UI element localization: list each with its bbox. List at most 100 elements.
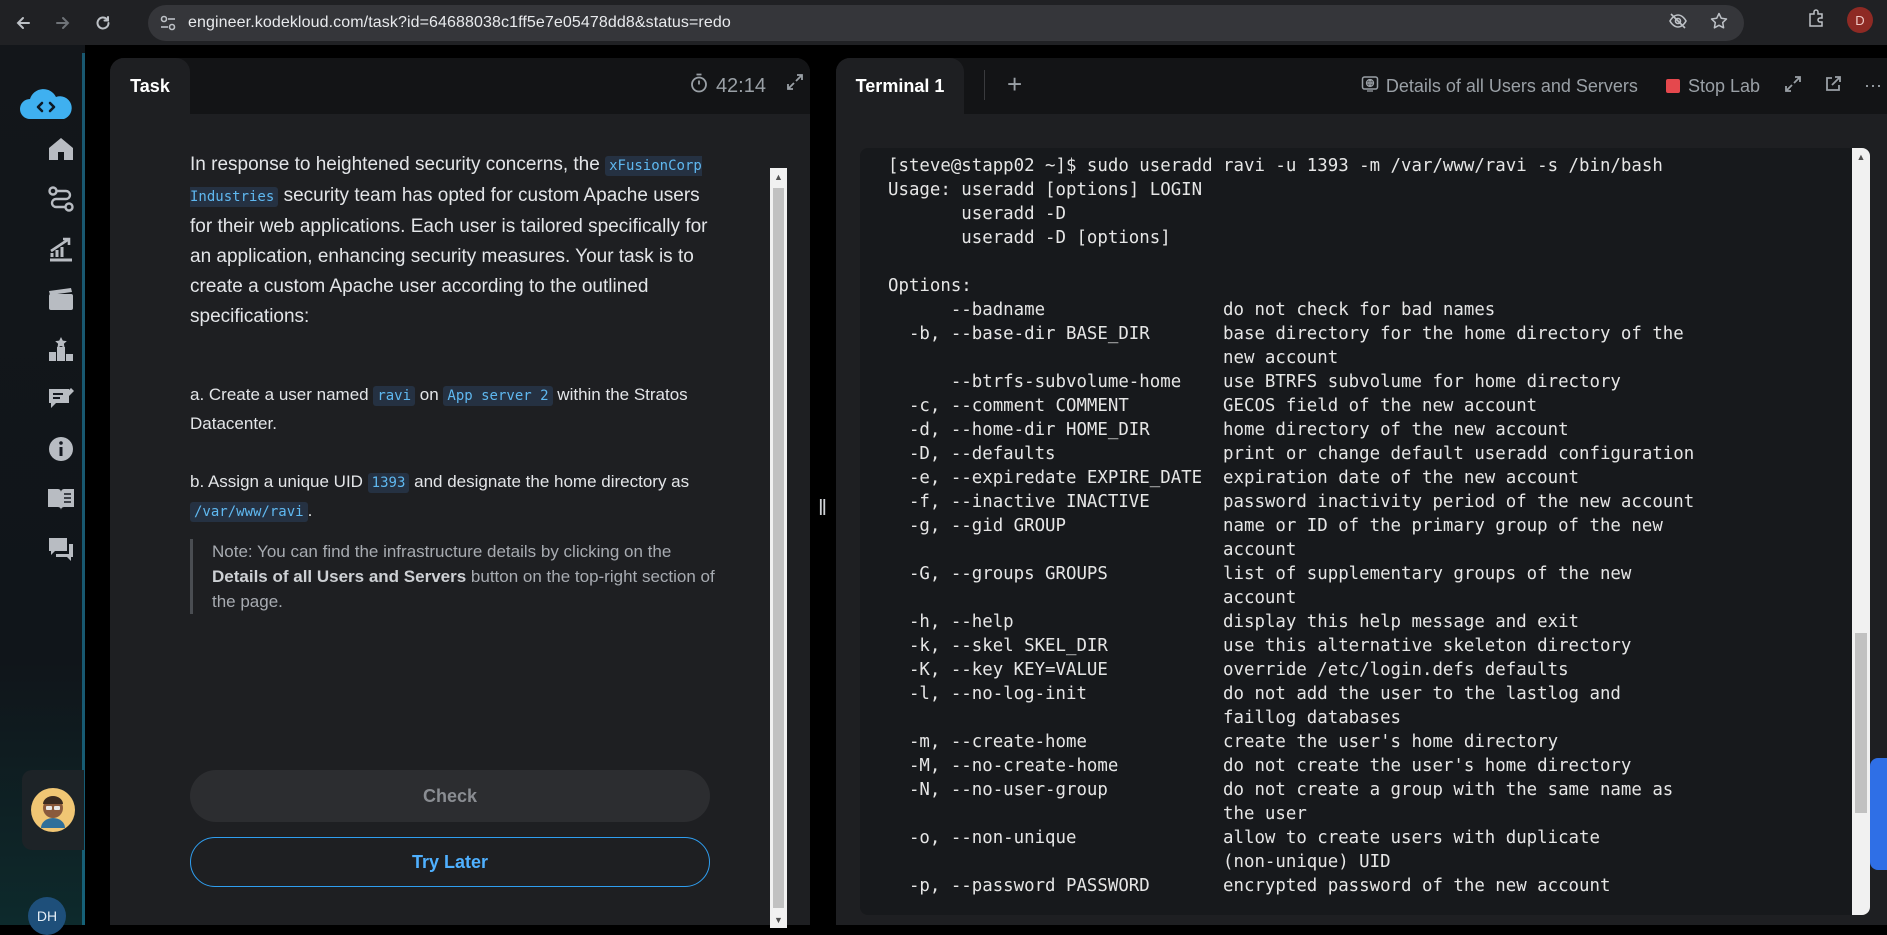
task-step-b: b. Assign a unique UID 1393 and designat… <box>190 472 690 522</box>
terminal-header: Terminal 1 + Details of all Users and Se… <box>836 58 1887 114</box>
side-drawer-tab[interactable] <box>1870 758 1887 870</box>
terminal-line: -m, --create-home create the user's home… <box>888 732 1559 752</box>
open-new-window-icon[interactable] <box>1824 75 1842 98</box>
extensions-icon[interactable] <box>1807 8 1825 32</box>
terminal-actions: Details of all Users and Servers Stop La… <box>1361 58 1887 114</box>
app-area: DH Task 42:14 In response to heightened … <box>0 45 1887 935</box>
home-icon[interactable] <box>44 132 78 166</box>
details-users-servers-button[interactable]: Details of all Users and Servers <box>1361 75 1638 98</box>
address-bar[interactable]: engineer.kodekloud.com/task?id=64688038c… <box>148 5 1744 41</box>
terminal-line: --btrfs-subvolume-home use BTRFS subvolu… <box>888 372 1621 392</box>
server-code: App server 2 <box>443 386 553 406</box>
info-icon[interactable] <box>44 432 78 466</box>
terminal-line: new account <box>888 348 1339 368</box>
terminal-line: -b, --base-dir BASE_DIR base directory f… <box>888 324 1684 344</box>
terminal-line: useradd -D [options] <box>888 228 1171 248</box>
task-intro: In response to heightened security conce… <box>190 154 708 327</box>
try-later-button[interactable]: Try Later <box>190 837 710 887</box>
task-scroll-thumb[interactable] <box>773 188 784 908</box>
videos-icon[interactable] <box>44 282 78 316</box>
terminal-line: -D, --defaults print or change default u… <box>888 444 1695 464</box>
details-label: Details of all Users and Servers <box>1385 75 1638 96</box>
terminal-line: account <box>888 540 1297 560</box>
forward-icon[interactable] <box>44 4 82 42</box>
terminal-line: faillog databases <box>888 708 1402 728</box>
more-options-icon[interactable]: ⋯ <box>1864 76 1883 97</box>
terminal-line: -l, --no-log-init do not add the user to… <box>888 684 1621 704</box>
task-panel: Task 42:14 In response to heightened sec… <box>110 58 810 928</box>
terminal-line: (non-unique) UID <box>888 852 1391 872</box>
home-dir-code: /var/www/ravi <box>190 502 308 522</box>
leaderboard-icon[interactable] <box>44 332 78 366</box>
terminal-line: -o, --non-unique allow to create users w… <box>888 828 1600 848</box>
eye-off-icon[interactable] <box>1668 12 1688 35</box>
site-info-icon[interactable] <box>148 15 188 31</box>
docs-icon[interactable] <box>44 482 78 516</box>
timer-value: 42:14 <box>715 74 766 97</box>
roadmap-icon[interactable] <box>44 182 78 216</box>
terminal-scroll-up-icon[interactable]: ▲ <box>1852 148 1870 165</box>
timer: 42:14 <box>690 73 766 99</box>
terminal-line: -N, --no-user-group do not create a grou… <box>888 780 1674 800</box>
uid-code: 1393 <box>367 473 410 493</box>
tab-task[interactable]: Task <box>110 58 190 114</box>
terminal-line: --badname do not check for bad names <box>888 300 1496 320</box>
terminal-line: useradd -D <box>888 204 1066 224</box>
tasks-icon[interactable] <box>44 382 78 416</box>
terminal-line: -c, --comment COMMENT GECOS field of the… <box>888 396 1538 416</box>
terminal-line: -K, --key KEY=VALUE override /etc/login.… <box>888 660 1569 680</box>
tab-divider <box>984 70 985 100</box>
scroll-up-icon[interactable]: ▲ <box>770 168 787 185</box>
expand-task-icon[interactable] <box>786 73 804 96</box>
task-description: In response to heightened security conce… <box>190 150 720 614</box>
terminal-output: [steve@stapp02 ~]$ sudo useradd ravi -u … <box>888 154 1694 898</box>
reload-icon[interactable] <box>84 4 122 42</box>
terminal-screen[interactable]: [steve@stapp02 ~]$ sudo useradd ravi -u … <box>860 148 1870 915</box>
terminal-line: -p, --password PASSWORD encrypted passwo… <box>888 876 1611 896</box>
profile-avatar[interactable]: D <box>1847 7 1873 33</box>
task-header: Task 42:14 <box>110 58 810 114</box>
terminal-line: [steve@stapp02 ~]$ sudo useradd ravi -u … <box>888 156 1663 176</box>
terminal-line: -k, --skel SKEL_DIR use this alternative… <box>888 636 1632 656</box>
terminal-line: -h, --help display this help message and… <box>888 612 1580 632</box>
avatar[interactable] <box>31 788 75 832</box>
terminal-line: account <box>888 588 1297 608</box>
expand-terminal-icon[interactable] <box>1784 75 1802 98</box>
stop-lab-button[interactable]: Stop Lab <box>1665 75 1760 97</box>
terminal-line: -f, --inactive INACTIVE password inactiv… <box>888 492 1695 512</box>
back-icon[interactable] <box>4 4 42 42</box>
user-initials-badge[interactable]: DH <box>28 897 66 935</box>
task-note: Note: You can find the infrastructure de… <box>190 539 720 614</box>
url-text[interactable]: engineer.kodekloud.com/task?id=64688038c… <box>188 14 731 32</box>
terminal-line: -G, --groups GROUPS list of supplementar… <box>888 564 1632 584</box>
progress-icon[interactable] <box>44 232 78 266</box>
user-card[interactable] <box>22 770 84 850</box>
stop-icon <box>1665 79 1680 93</box>
stop-label: Stop Lab <box>1687 75 1760 96</box>
terminal-scroll-thumb[interactable] <box>1855 633 1867 813</box>
task-scrollbar[interactable]: ▲ ▼ <box>770 168 787 928</box>
bookmark-star-icon[interactable] <box>1710 12 1728 35</box>
user-code: ravi <box>373 386 416 406</box>
scroll-down-icon[interactable]: ▼ <box>770 911 787 928</box>
check-button[interactable]: Check <box>190 770 710 822</box>
sidebar: DH <box>0 45 85 935</box>
terminal-line: Options: <box>888 276 972 296</box>
chat-icon[interactable] <box>44 532 78 566</box>
terminal-scrollbar[interactable]: ▲ <box>1852 148 1870 915</box>
terminal-line: Usage: useradd [options] LOGIN <box>888 180 1203 200</box>
terminal-line: -g, --gid GROUP name or ID of the primar… <box>888 516 1663 536</box>
add-terminal-icon[interactable]: + <box>1007 69 1022 100</box>
task-step-a: a. Create a user named ravi on App serve… <box>190 385 688 433</box>
terminal-line: -e, --expiredate EXPIRE_DATE expiration … <box>888 468 1580 488</box>
resize-handle-icon[interactable]: ‖ <box>818 495 827 521</box>
tab-terminal-1[interactable]: Terminal 1 <box>836 58 964 114</box>
kodekloud-logo[interactable] <box>18 89 74 123</box>
note-details-link-text: Details of all Users and Servers <box>212 567 467 586</box>
terminal-line: the user <box>888 804 1307 824</box>
globe-icon <box>1361 75 1379 98</box>
terminal-line: -M, --no-create-home do not create the u… <box>888 756 1632 776</box>
terminal-line: -d, --home-dir HOME_DIR home directory o… <box>888 420 1569 440</box>
browser-toolbar: engineer.kodekloud.com/task?id=64688038c… <box>0 0 1887 45</box>
